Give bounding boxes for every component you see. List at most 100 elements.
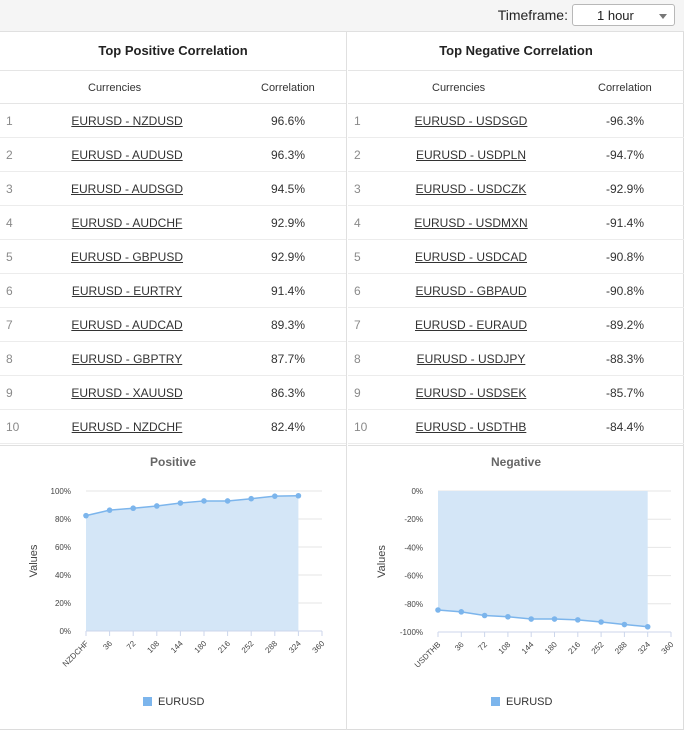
data-point[interactable] <box>505 613 511 620</box>
data-point[interactable] <box>528 616 534 622</box>
x-tick-label: NZDCHF <box>61 639 91 669</box>
positive-chart: Positive 0% 20% 40% 60% 80% 100% NZDCHF 36 72 108… <box>0 445 346 730</box>
pair-link[interactable]: EURUSD - AUDSGD <box>71 182 183 196</box>
correlation-value: -92.9% <box>605 182 645 196</box>
row-rank: 10 <box>6 420 20 434</box>
x-tick-label: 180 <box>543 640 559 656</box>
pair-link[interactable]: EURUSD - AUDUSD <box>71 148 182 162</box>
y-tick-label: 0% <box>59 627 71 636</box>
correlation-widget: Timeframe: 1 hour Top Positive Correlati… <box>0 0 684 730</box>
negative-table-body: 1 EURUSD - USDSGD -96.3% 2 EURUSD - USDPLN -9… <box>348 104 684 444</box>
pair-link[interactable]: EURUSD - USDTHB <box>416 420 527 434</box>
row-rank: 3 <box>6 182 13 196</box>
pair-link[interactable]: EURUSD - EURAUD <box>415 318 527 332</box>
negative-table-header: Currencies Correlation <box>348 71 684 104</box>
table-row: 3 EURUSD - AUDSGD 94.5% <box>0 172 346 206</box>
x-tick-label: 252 <box>240 639 256 655</box>
toolbar: Timeframe: 1 hour <box>0 0 684 32</box>
pair-link[interactable]: EURUSD - NZDCHF <box>72 420 183 434</box>
y-tick-label: 0% <box>411 487 423 496</box>
data-point[interactable] <box>106 507 113 513</box>
pair-link[interactable]: EURUSD - GBPTRY <box>72 352 182 366</box>
correlation-value: 91.4% <box>270 284 306 298</box>
pair-link[interactable]: EURUSD - USDMXN <box>414 216 527 230</box>
data-point[interactable] <box>435 607 441 613</box>
series-area <box>438 491 648 627</box>
x-tick-label: 360 <box>660 640 676 656</box>
pair-link[interactable]: EURUSD - USDJPY <box>417 352 526 366</box>
data-point[interactable] <box>551 616 558 622</box>
data-point[interactable] <box>575 617 581 623</box>
table-row: 9 EURUSD - USDSEK -85.7% <box>348 376 684 410</box>
data-point[interactable] <box>201 498 207 504</box>
data-point[interactable] <box>481 612 488 619</box>
data-point[interactable] <box>458 609 465 615</box>
correlation-value: -84.4% <box>605 420 645 434</box>
table-row: 1 EURUSD - USDSGD -96.3% <box>348 104 684 138</box>
table-row: 4 EURUSD - USDMXN -91.4% <box>348 206 684 240</box>
data-point[interactable] <box>130 505 136 512</box>
x-tick-label: USDTHB <box>413 640 443 670</box>
table-row: 7 EURUSD - AUDCAD 89.3% <box>0 308 346 342</box>
y-tick-label: -40% <box>404 543 423 552</box>
table-row: 2 EURUSD - AUDUSD 96.3% <box>0 138 346 172</box>
negative-title: Top Negative Correlation <box>348 32 684 71</box>
correlation-value: 89.3% <box>270 318 306 332</box>
table-row: 1 EURUSD - NZDUSD 96.6% <box>0 104 346 138</box>
table-row: 7 EURUSD - EURAUD -89.2% <box>348 308 684 342</box>
pair-link[interactable]: EURUSD - USDCZK <box>416 182 527 196</box>
pair-link[interactable]: EURUSD - AUDCHF <box>72 216 183 230</box>
legend-item[interactable]: EURUSD <box>491 696 552 708</box>
x-tick-label: 288 <box>263 639 279 655</box>
data-point[interactable] <box>177 500 184 506</box>
row-rank: 8 <box>6 352 13 366</box>
table-row: 5 EURUSD - GBPUSD 92.9% <box>0 240 346 274</box>
correlation-value: -94.7% <box>605 148 645 162</box>
x-tick-label: 72 <box>476 640 489 653</box>
data-point[interactable] <box>598 619 604 625</box>
negative-chart-svg: 0% -20% -40% -60% -80% -100% USDTHB 36 72 108 144 1… <box>376 487 676 670</box>
pair-link[interactable]: EURUSD - GBPAUD <box>415 284 526 298</box>
legend-label: EURUSD <box>506 696 553 708</box>
pair-link[interactable]: EURUSD - XAUUSD <box>71 386 182 400</box>
timeframe-value: 1 hour <box>597 8 634 23</box>
legend-item[interactable]: EURUSD <box>143 696 204 708</box>
data-point[interactable] <box>248 495 254 502</box>
correlation-value: 96.3% <box>270 148 306 162</box>
y-tick-label: -20% <box>404 515 423 524</box>
pair-link[interactable]: EURUSD - AUDCAD <box>71 318 182 332</box>
timeframe-label: Timeframe: <box>497 7 568 23</box>
pair-link[interactable]: EURUSD - USDSGD <box>415 114 528 128</box>
y-axis-title: Values <box>28 544 40 577</box>
row-rank: 2 <box>354 148 361 162</box>
y-tick-label: 100% <box>51 487 71 496</box>
data-point[interactable] <box>224 498 231 504</box>
positive-chart-svg: 0% 20% 40% 60% 80% 100% NZDCHF 36 72 108 144 180 216… <box>28 487 327 669</box>
pair-link[interactable]: EURUSD - EURTRY <box>72 284 182 298</box>
x-tick-label: 180 <box>193 639 209 655</box>
pair-link[interactable]: EURUSD - USDPLN <box>416 148 526 162</box>
data-point[interactable] <box>83 512 89 519</box>
x-tick-label: 288 <box>613 640 629 656</box>
data-point[interactable] <box>154 503 160 509</box>
pair-link[interactable]: EURUSD - GBPUSD <box>71 250 183 264</box>
legend-swatch <box>491 697 500 706</box>
table-row: 9 EURUSD - XAUUSD 86.3% <box>0 376 346 410</box>
data-point[interactable] <box>295 492 302 499</box>
correlation-value: 82.4% <box>270 420 306 434</box>
pair-link[interactable]: EURUSD - USDCAD <box>415 250 527 264</box>
x-tick-label: 36 <box>101 639 114 652</box>
data-point[interactable] <box>272 493 278 499</box>
legend-label: EURUSD <box>158 696 205 708</box>
positive-table-header: Currencies Correlation <box>0 71 346 104</box>
pair-link[interactable]: EURUSD - NZDUSD <box>71 114 182 128</box>
timeframe-select[interactable]: 1 hour <box>572 4 675 26</box>
data-point[interactable] <box>621 621 628 628</box>
pair-link[interactable]: EURUSD - USDSEK <box>416 386 527 400</box>
chevron-down-icon <box>659 14 667 19</box>
correlation-value: -88.3% <box>605 352 645 366</box>
negative-panel: Top Negative Correlation Currencies Corr… <box>348 32 684 730</box>
data-point[interactable] <box>644 623 651 630</box>
x-tick-label: 324 <box>636 640 652 656</box>
table-row: 10 EURUSD - USDTHB -84.4% <box>348 410 684 444</box>
